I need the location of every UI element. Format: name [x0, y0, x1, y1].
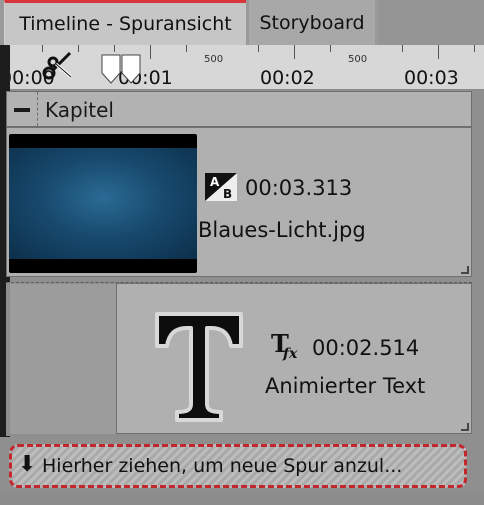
clip-duration: 00:02.514 — [312, 336, 420, 360]
text-clip[interactable]: T fx 00:02.514 Animierter Text — [116, 283, 472, 434]
resize-handle[interactable] — [461, 423, 469, 431]
track-empty-area — [10, 284, 116, 434]
scissors-icon[interactable] — [40, 50, 74, 84]
image-clip[interactable]: A B 00:03.313 Blaues-Licht.jpg — [6, 127, 472, 277]
ruler-tick — [294, 45, 295, 59]
ruler-tick — [150, 45, 151, 59]
ruler-tick — [258, 45, 259, 52]
ruler-tick — [474, 45, 475, 52]
ruler-tick — [186, 45, 187, 52]
chapter-separator — [37, 92, 38, 126]
clip-duration: 00:03.313 — [245, 176, 353, 200]
ruler-tick — [438, 45, 439, 59]
blue-light-image — [9, 148, 197, 259]
clip-filename: Animierter Text — [265, 374, 426, 398]
text-fx-icon[interactable]: T fx — [270, 328, 304, 362]
ruler-tick — [402, 45, 403, 52]
tab-timeline[interactable]: Timeline - Spuransicht — [4, 0, 246, 45]
chapter-label: Kapitel — [45, 98, 114, 122]
down-arrow-icon: ⬇ — [18, 452, 37, 477]
dropzone-text: Hierher ziehen, um neue Spur anzul... — [42, 455, 403, 477]
ruler-tick — [114, 45, 115, 52]
ruler-sublabel: 500 — [204, 54, 224, 65]
clip-filename: Blaues-Licht.jpg — [198, 218, 366, 242]
in-out-marker-icon[interactable] — [100, 53, 142, 85]
ruler-tick — [330, 45, 331, 52]
ruler-sublabel: 500 — [348, 54, 368, 65]
tab-bar: Timeline - Spuransicht Storyboard — [0, 0, 484, 45]
svg-text:fx: fx — [282, 346, 298, 362]
ruler-tick — [78, 45, 79, 52]
ruler-label: 00:02 — [260, 67, 315, 89]
svg-text:A: A — [210, 175, 220, 189]
collapse-icon[interactable] — [11, 98, 33, 120]
ruler-label: 00:03 — [404, 67, 459, 89]
bottom-strip — [0, 492, 484, 505]
tab-storyboard[interactable]: Storyboard — [249, 0, 375, 45]
resize-handle[interactable] — [461, 266, 469, 274]
text-object-icon — [155, 312, 243, 422]
svg-text:B: B — [223, 187, 232, 201]
new-track-dropzone[interactable]: ⬇ Hierher ziehen, um neue Spur anzul... — [9, 444, 467, 488]
tab-bar-empty — [378, 0, 484, 45]
ab-transition-icon[interactable]: A B — [204, 172, 238, 202]
chapter-bar[interactable]: Kapitel — [6, 91, 472, 127]
clip-thumbnail — [9, 134, 197, 273]
